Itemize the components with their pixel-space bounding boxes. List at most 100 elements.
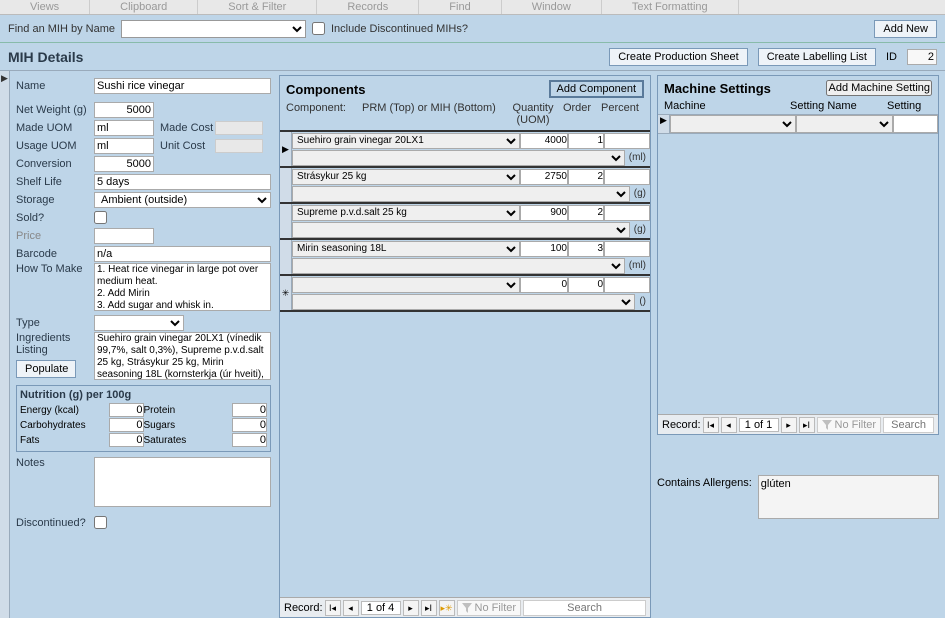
type-combo[interactable] [94, 315, 184, 331]
ribbon-sortfilter[interactable]: Sort & Filter [198, 0, 317, 14]
add-machine-setting-button[interactable]: Add Machine Setting [826, 80, 932, 96]
find-mih-combo[interactable] [121, 20, 306, 38]
col-prm: PRM (Top) or MIH (Bottom) [362, 102, 508, 126]
record-selector[interactable]: ▶ [0, 71, 10, 618]
ribbon-clipboard[interactable]: Clipboard [90, 0, 198, 14]
setting-name-combo[interactable] [796, 115, 893, 133]
nav-next-icon[interactable]: ▸ [781, 417, 797, 433]
nav-prev-icon[interactable]: ◂ [721, 417, 737, 433]
sold-check[interactable] [94, 211, 107, 224]
nofilter-button[interactable]: No Filter [817, 417, 882, 433]
order-field[interactable] [568, 169, 604, 185]
mih-combo[interactable] [292, 294, 635, 310]
energy-field[interactable] [109, 403, 144, 417]
setting-value-field[interactable] [893, 115, 938, 133]
prm-combo[interactable] [292, 277, 520, 293]
recnav-pos[interactable] [739, 418, 779, 432]
machine-combo[interactable] [670, 115, 796, 133]
ingredients-field[interactable]: Suehiro grain vinegar 20LX1 (vínedik 99,… [94, 332, 271, 380]
storage-label: Storage [16, 194, 94, 206]
create-labelling-list-button[interactable]: Create Labelling List [758, 48, 876, 66]
netweight-field[interactable] [94, 102, 154, 118]
nav-first-icon[interactable]: I◂ [325, 600, 341, 616]
qty-field[interactable] [520, 133, 568, 149]
ribbon-tabs: Views Clipboard Sort & Filter Records Fi… [0, 0, 945, 15]
mih-combo[interactable] [292, 150, 625, 166]
component-row: ✳() [280, 276, 650, 312]
uom-label: (ml) [625, 260, 650, 271]
price-field [94, 228, 154, 244]
prm-combo[interactable]: Strásykur 25 kg [292, 169, 520, 185]
prm-combo[interactable]: Supreme p.v.d.salt 25 kg [292, 205, 520, 221]
sugars-field[interactable] [232, 418, 267, 432]
include-discontinued-label: Include Discontinued MIHs? [331, 23, 468, 35]
ribbon-find[interactable]: Find [419, 0, 501, 14]
usageuom-field[interactable] [94, 138, 154, 154]
discontinued-check[interactable] [94, 516, 107, 529]
qty-field[interactable] [520, 205, 568, 221]
ribbon-textfmt[interactable]: Text Formatting [602, 0, 739, 14]
nav-last-icon[interactable]: ▸I [421, 600, 437, 616]
order-field[interactable] [568, 277, 604, 293]
add-component-button[interactable]: Add Component [549, 80, 645, 98]
conversion-label: Conversion [16, 158, 94, 170]
populate-button[interactable]: Populate [16, 360, 76, 378]
percent-field[interactable] [604, 241, 650, 257]
ribbon-views[interactable]: Views [0, 0, 90, 14]
notes-label: Notes [16, 457, 94, 469]
howto-field[interactable]: 1. Heat rice vinegar in large pot over m… [94, 263, 271, 311]
add-new-button[interactable]: Add New [874, 20, 937, 38]
nav-prev-icon[interactable]: ◂ [343, 600, 359, 616]
row-selector-icon[interactable]: ▶ [280, 132, 292, 166]
madeuom-label: Made UOM [16, 122, 94, 134]
conversion-field[interactable] [94, 156, 154, 172]
nav-new-icon[interactable]: ▸✳ [439, 600, 455, 616]
storage-combo[interactable]: Ambient (outside) [94, 192, 271, 208]
qty-field[interactable] [520, 241, 568, 257]
prm-combo[interactable]: Mirin seasoning 18L [292, 241, 520, 257]
order-field[interactable] [568, 133, 604, 149]
nav-next-icon[interactable]: ▸ [403, 600, 419, 616]
percent-field[interactable] [604, 169, 650, 185]
nav-first-icon[interactable]: I◂ [703, 417, 719, 433]
fats-field[interactable] [109, 433, 144, 447]
madeuom-field[interactable] [94, 120, 154, 136]
barcode-field[interactable] [94, 246, 271, 262]
percent-field[interactable] [604, 133, 650, 149]
mih-combo[interactable] [292, 258, 625, 274]
prm-combo[interactable]: Suehiro grain vinegar 20LX1 [292, 133, 520, 149]
row-selector-icon[interactable]: ▶ [658, 115, 670, 133]
create-production-sheet-button[interactable]: Create Production Sheet [609, 48, 747, 66]
row-selector-icon[interactable] [280, 240, 292, 274]
notes-field[interactable] [94, 457, 271, 507]
row-selector-icon[interactable] [280, 204, 292, 238]
row-selector-icon[interactable]: ✳ [280, 276, 292, 310]
ribbon-window[interactable]: Window [502, 0, 602, 14]
components-grid: ▶Suehiro grain vinegar 20LX1 (ml) Strásyku… [280, 130, 650, 597]
madecost-label: Made Cost [160, 122, 215, 134]
shelf-field[interactable] [94, 174, 271, 190]
percent-field[interactable] [604, 277, 650, 293]
name-field[interactable] [94, 78, 271, 94]
order-field[interactable] [568, 241, 604, 257]
recnav-search[interactable] [883, 417, 934, 433]
mih-combo[interactable] [292, 222, 630, 238]
components-record-nav: Record: I◂ ◂ ▸ ▸I ▸✳ No Filter [280, 597, 650, 617]
recnav-search[interactable] [523, 600, 646, 616]
order-field[interactable] [568, 205, 604, 221]
allergens-field[interactable]: glúten [758, 475, 939, 519]
sat-field[interactable] [232, 433, 267, 447]
recnav-pos[interactable] [361, 601, 401, 615]
carbs-field[interactable] [109, 418, 144, 432]
nav-last-icon[interactable]: ▸I [799, 417, 815, 433]
qty-field[interactable] [520, 169, 568, 185]
include-discontinued-check[interactable] [312, 22, 325, 35]
ribbon-records[interactable]: Records [317, 0, 419, 14]
qty-field[interactable] [520, 277, 568, 293]
protein-field[interactable] [232, 403, 267, 417]
percent-field[interactable] [604, 205, 650, 221]
mih-combo[interactable] [292, 186, 630, 202]
row-selector-icon[interactable] [280, 168, 292, 202]
topbar: Find an MIH by Name Include Discontinued… [0, 15, 945, 43]
nofilter-button[interactable]: No Filter [457, 600, 522, 616]
